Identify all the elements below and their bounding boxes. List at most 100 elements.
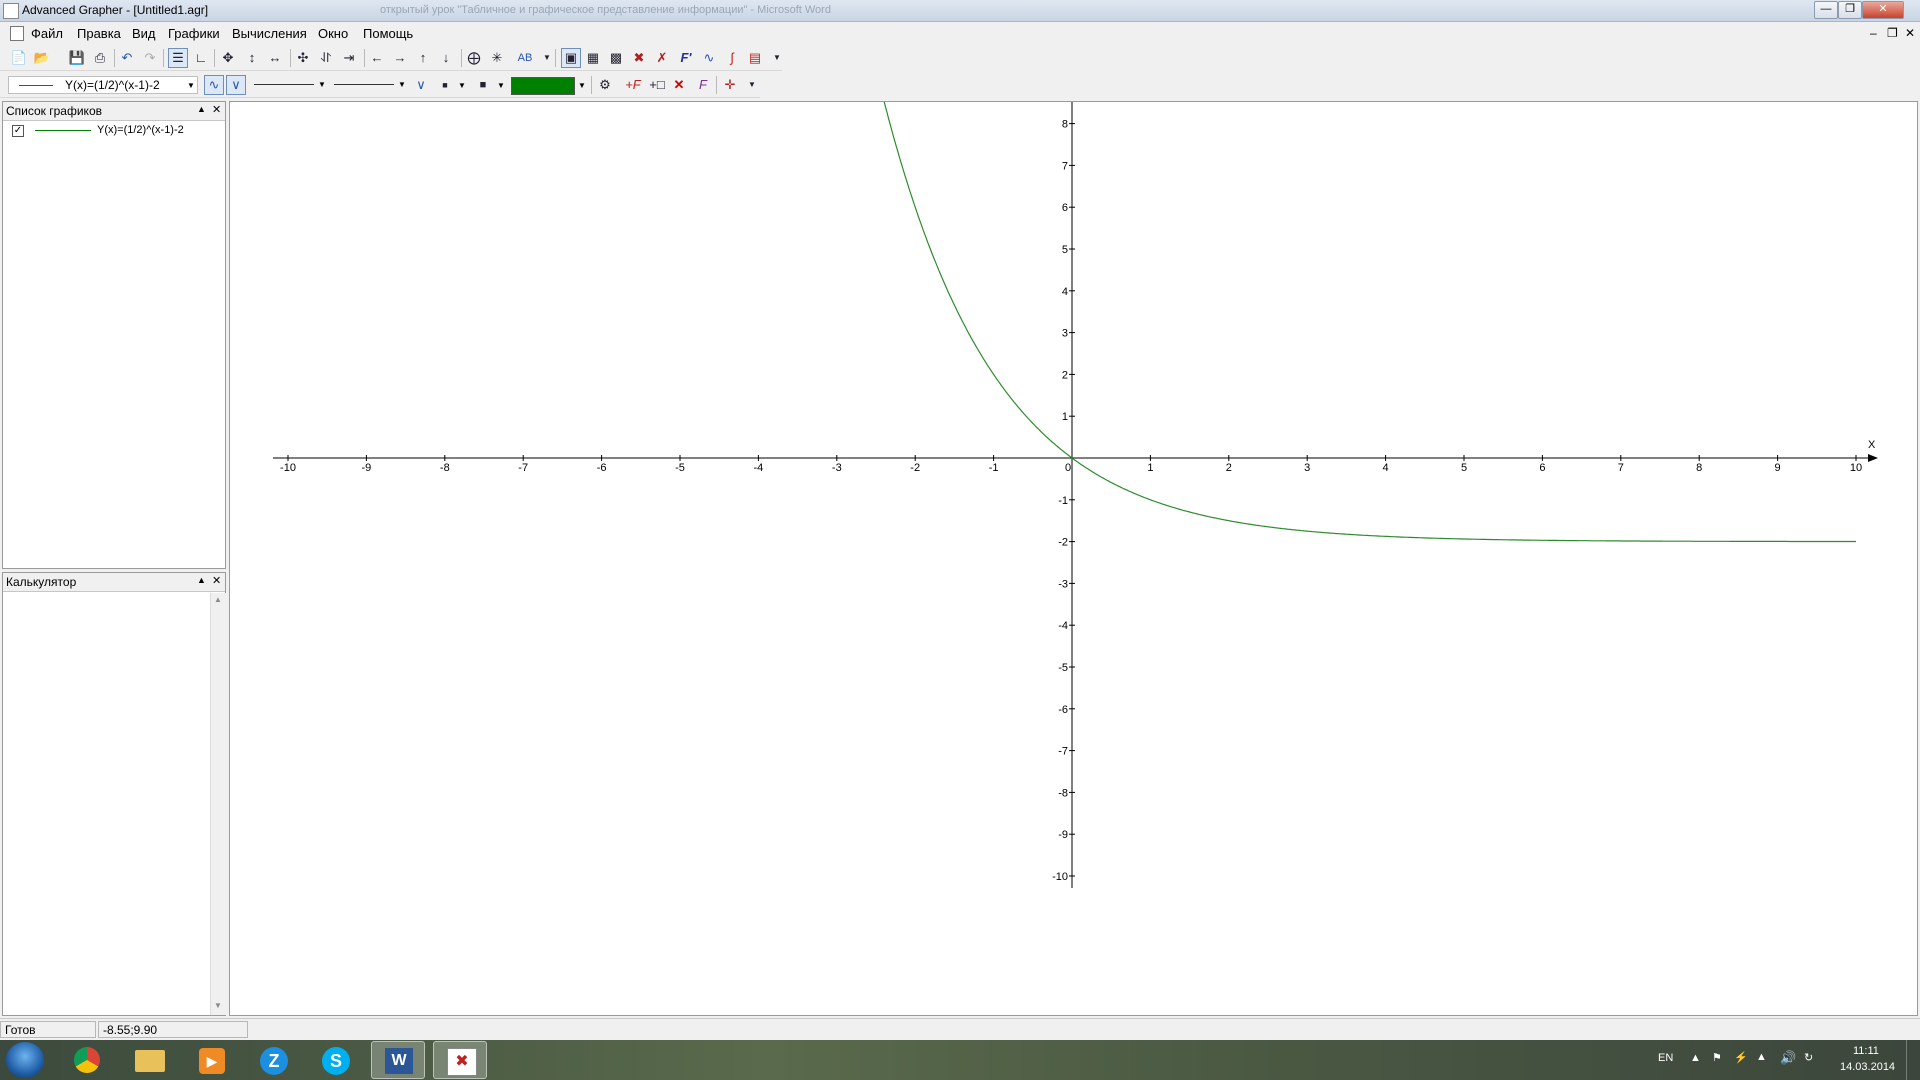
label-dropdown-icon[interactable]: ▼ xyxy=(538,49,556,67)
graph-properties-icon[interactable]: ⚙ xyxy=(596,76,614,94)
open-icon[interactable]: 📂 xyxy=(33,49,51,67)
edit-graph-icon[interactable]: F xyxy=(694,76,712,94)
graph-list-icon[interactable]: ☰ xyxy=(168,48,188,68)
marker-icon[interactable]: ∨ xyxy=(412,76,430,94)
menu-graphs[interactable]: Графики xyxy=(168,26,220,41)
action-center-icon[interactable]: ⚑ xyxy=(1712,1051,1722,1064)
explorer-taskbar-button[interactable] xyxy=(123,1041,177,1079)
undo-icon[interactable]: ↶ xyxy=(118,49,136,67)
point-size-icon[interactable]: ■ xyxy=(474,76,492,94)
axes-icon[interactable]: ∟ xyxy=(192,49,210,67)
show-desktop-button[interactable] xyxy=(1906,1040,1920,1080)
label-icon[interactable]: AB xyxy=(516,49,534,67)
menu-view[interactable]: Вид xyxy=(132,26,156,41)
graph-visible-checkbox[interactable]: ✓ xyxy=(12,125,24,137)
up-arrow-icon[interactable]: ↑ xyxy=(414,49,432,67)
line-style-combo[interactable]: ▼ xyxy=(252,76,328,94)
down-arrow-icon[interactable]: ↓ xyxy=(437,49,455,67)
point-icon[interactable]: ✛ xyxy=(721,76,739,94)
integral-icon[interactable]: ∫ xyxy=(723,49,741,67)
minimize-button[interactable]: — xyxy=(1814,1,1838,19)
view-icon[interactable]: ▣ xyxy=(561,48,581,68)
restore-button[interactable]: ❐ xyxy=(1838,1,1862,19)
add-graph-icon[interactable]: +F xyxy=(624,76,642,94)
vert-shrink-icon[interactable]: ⥯ xyxy=(317,49,335,67)
menu-file[interactable]: Файл xyxy=(31,26,63,41)
vert-stretch-icon[interactable]: ↕ xyxy=(243,49,261,67)
center-icon[interactable]: ✳ xyxy=(488,49,506,67)
mdi-minimize-button[interactable]: – xyxy=(1870,26,1877,40)
formula-combo[interactable]: Y(x)=(1/2)^(x-1)-2 ▼ xyxy=(8,76,198,94)
line-width-combo[interactable]: ▼ xyxy=(332,76,408,94)
close-button[interactable]: ✕ xyxy=(1862,1,1904,19)
right-arrow-icon[interactable]: → xyxy=(391,49,409,67)
power-icon[interactable]: ⚡ xyxy=(1734,1051,1748,1064)
chevron-down-icon[interactable]: ▼ xyxy=(458,81,466,90)
zoom-in-icon[interactable]: ✣ xyxy=(294,49,312,67)
start-button[interactable] xyxy=(6,1042,44,1078)
tangent-icon[interactable]: ✖ xyxy=(630,49,648,67)
horiz-shrink-icon[interactable]: ⇥ xyxy=(340,49,358,67)
menu-window[interactable]: Окно xyxy=(318,26,348,41)
toolbar-overflow-icon[interactable]: ▼ xyxy=(743,76,761,94)
calculator-scrollbar[interactable]: ▲ ▼ xyxy=(210,593,226,1015)
smooth-line-icon[interactable]: ∿ xyxy=(204,75,224,95)
chevron-down-icon[interactable]: ▼ xyxy=(318,80,326,89)
intersection-icon[interactable]: ✗ xyxy=(653,49,671,67)
save-icon[interactable]: 💾 xyxy=(68,49,86,67)
graph-list-item[interactable]: ✓ Y(x)=(1/2)^(x-1)-2 xyxy=(3,122,225,140)
volume-icon[interactable]: 🔊 xyxy=(1780,1050,1796,1066)
mdi-close-button[interactable]: ✕ xyxy=(1905,26,1915,40)
language-indicator[interactable]: EN xyxy=(1658,1052,1673,1064)
skype-taskbar-button[interactable]: S xyxy=(309,1041,363,1079)
menu-edit[interactable]: Правка xyxy=(77,26,121,41)
calculator-input[interactable] xyxy=(3,593,209,1015)
delete-graph-icon[interactable]: ✕ xyxy=(670,76,688,94)
grapher-taskbar-button[interactable]: ✖ xyxy=(433,1041,487,1079)
menu-calculations[interactable]: Вычисления xyxy=(232,26,307,41)
app-icon[interactable] xyxy=(3,3,19,19)
redo-icon[interactable]: ↷ xyxy=(141,49,159,67)
chevron-down-icon[interactable]: ▼ xyxy=(187,81,195,90)
add-table-icon[interactable]: +□ xyxy=(648,76,666,94)
media-taskbar-button[interactable]: ▶ xyxy=(185,1041,239,1079)
collapse-icon[interactable]: ▲ xyxy=(197,575,206,585)
move-icon[interactable]: ✥ xyxy=(219,49,237,67)
new-icon[interactable]: 📄 xyxy=(10,49,28,67)
network-icon[interactable]: ▲ xyxy=(1756,1051,1767,1063)
chevron-down-icon[interactable]: ▼ xyxy=(497,81,505,90)
chrome-taskbar-button[interactable] xyxy=(61,1041,115,1079)
calculator-icon[interactable]: ▦ xyxy=(584,49,602,67)
close-icon[interactable]: ✕ xyxy=(212,574,221,587)
x-tick-label: 8 xyxy=(1696,462,1702,474)
trace-icon[interactable]: ∿ xyxy=(700,49,718,67)
document-icon[interactable] xyxy=(10,26,24,41)
word-taskbar-button[interactable]: W xyxy=(371,1041,425,1079)
clock-time[interactable]: 11:11 xyxy=(1853,1045,1879,1057)
show-hidden-icons-icon[interactable]: ▲ xyxy=(1690,1052,1701,1064)
scroll-down-icon[interactable]: ▼ xyxy=(214,1001,222,1010)
vertex-icon[interactable]: ∨ xyxy=(226,75,246,95)
derivative-icon[interactable]: F' xyxy=(677,49,695,67)
stats-icon[interactable]: ▤ xyxy=(746,49,764,67)
print-icon[interactable]: ⎙ xyxy=(91,49,109,67)
color-swatch[interactable] xyxy=(511,77,575,95)
graph-canvas[interactable]: XY-10-9-8-7-6-5-4-3-2-101234567891010987… xyxy=(230,22,1917,1015)
point-style-icon[interactable]: ■ xyxy=(436,76,454,94)
menu-help[interactable]: Помощь xyxy=(363,26,413,41)
plot-area[interactable]: XY-10-9-8-7-6-5-4-3-2-101234567891010987… xyxy=(229,22,1918,1016)
scroll-up-icon[interactable]: ▲ xyxy=(214,595,222,604)
sync-icon[interactable]: ↻ xyxy=(1804,1051,1813,1064)
chevron-down-icon[interactable]: ▼ xyxy=(398,80,406,89)
zona-taskbar-button[interactable]: Z xyxy=(247,1041,301,1079)
horiz-stretch-icon[interactable]: ↔ xyxy=(266,49,284,67)
crosshair-icon[interactable]: ⨁ xyxy=(465,49,483,67)
mdi-restore-button[interactable]: ❐ xyxy=(1887,26,1898,40)
table-icon[interactable]: ▩ xyxy=(607,49,625,67)
toolbar-overflow-icon[interactable]: ▼ xyxy=(768,49,786,67)
clock-date[interactable]: 14.03.2014 xyxy=(1840,1061,1895,1073)
chevron-down-icon[interactable]: ▼ xyxy=(578,81,586,90)
close-icon[interactable]: ✕ xyxy=(212,103,221,116)
collapse-icon[interactable]: ▲ xyxy=(197,104,206,114)
left-arrow-icon[interactable]: ← xyxy=(368,49,386,67)
